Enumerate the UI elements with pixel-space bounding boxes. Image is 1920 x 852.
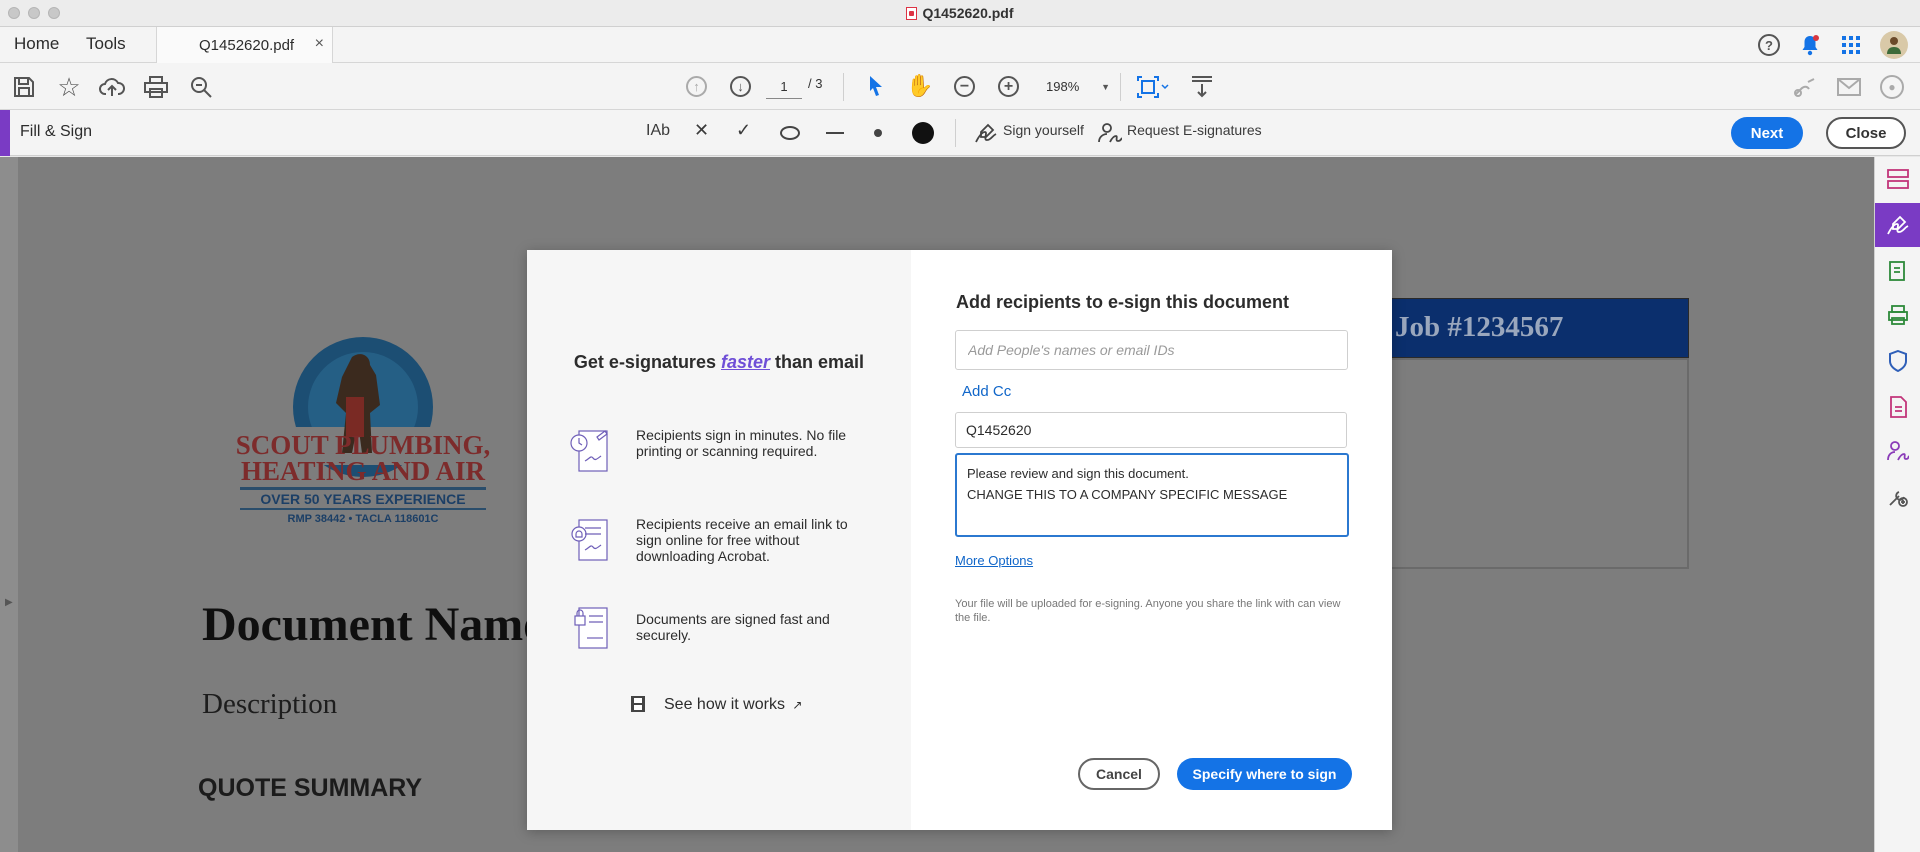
- fill-sign-tool[interactable]: [1875, 203, 1920, 247]
- help-icon[interactable]: ?: [1758, 34, 1780, 56]
- request-signature-tool[interactable]: [1875, 429, 1920, 473]
- tab-home[interactable]: Home: [14, 34, 59, 54]
- window-title-bar: Q1452620.pdf: [0, 0, 1920, 27]
- video-icon: [631, 696, 645, 712]
- page-fit-icon[interactable]: [1134, 74, 1170, 100]
- color-picker-icon[interactable]: [912, 122, 934, 144]
- create-pdf-tool[interactable]: [1875, 385, 1920, 429]
- scroll-mode-icon[interactable]: [1190, 74, 1214, 100]
- fill-sign-title: Fill & Sign: [20, 123, 93, 140]
- main-toolbar: ☆ ↑ ↓ 1 / 3 ✋ − + 198% ▼ ●: [0, 63, 1920, 110]
- request-signatures-icon: [1098, 122, 1122, 144]
- ellipse-tool-icon[interactable]: [780, 126, 800, 140]
- tab-document[interactable]: Q1452620.pdf ×: [156, 27, 333, 63]
- export-pdf-tool[interactable]: [1875, 249, 1920, 293]
- sign-yourself-icon: [974, 122, 998, 144]
- zoom-in-icon[interactable]: +: [998, 76, 1019, 97]
- next-button[interactable]: Next: [1731, 117, 1803, 149]
- sign-link-icon[interactable]: [1792, 75, 1818, 99]
- dot-tool-icon[interactable]: [874, 129, 882, 137]
- check-mark-icon[interactable]: ✓: [736, 120, 751, 141]
- sign-minutes-icon: [567, 427, 617, 477]
- svg-text:OVER 50 YEARS EXPERIENCE: OVER 50 YEARS EXPERIENCE: [260, 491, 465, 507]
- see-how-it-works-link[interactable]: See how it works ↗: [664, 696, 802, 714]
- cancel-button[interactable]: Cancel: [1078, 758, 1160, 790]
- next-page-icon[interactable]: ↓: [730, 76, 751, 97]
- zoom-out-icon[interactable]: −: [954, 76, 975, 97]
- notification-bell-icon[interactable]: [1798, 32, 1822, 58]
- zoom-search-icon[interactable]: [188, 75, 214, 99]
- job-number-header: Job #1234567: [1370, 298, 1689, 358]
- window-title: Q1452620.pdf: [0, 5, 1920, 21]
- hand-tool-icon[interactable]: ✋: [906, 73, 933, 98]
- more-options-link[interactable]: More Options: [955, 553, 1033, 568]
- toolbar-divider: [1120, 73, 1121, 101]
- page-total: / 3: [808, 76, 823, 91]
- user-avatar[interactable]: [1880, 31, 1908, 59]
- recipients-input[interactable]: [955, 330, 1348, 370]
- feature-text: Documents are signed fast and securely.: [636, 611, 830, 643]
- feature-text: Recipients sign in minutes. No file prin…: [636, 427, 847, 459]
- organize-pages-tool[interactable]: [1875, 157, 1920, 201]
- previous-page-icon[interactable]: ↑: [686, 76, 707, 97]
- request-esignatures-button[interactable]: Request E-signatures: [1127, 122, 1262, 138]
- svg-text:HEATING AND AIR: HEATING AND AIR: [241, 456, 486, 486]
- sign-yourself-button[interactable]: Sign yourself: [1003, 122, 1084, 138]
- fill-sign-toolbar: Fill & Sign IAb ✕ ✓ Sign yourself Reques…: [0, 110, 1920, 156]
- upload-cloud-icon[interactable]: [99, 75, 125, 99]
- document-heading: Document Name: [202, 598, 545, 651]
- specify-where-to-sign-button[interactable]: Specify where to sign: [1177, 758, 1352, 790]
- print-icon[interactable]: [143, 75, 169, 99]
- expand-panel-icon[interactable]: ▶: [5, 597, 13, 608]
- upload-note: Your file will be uploaded for e-signing…: [955, 598, 1341, 624]
- message-textarea[interactable]: Please review and sign this document. CH…: [955, 453, 1349, 537]
- toolbar-divider: [955, 119, 956, 147]
- more-tools-icon[interactable]: [1875, 475, 1920, 519]
- page-number-input[interactable]: 1: [766, 75, 802, 99]
- share-user-icon[interactable]: ●: [1880, 75, 1904, 99]
- tab-bar: Home Tools Q1452620.pdf × ?: [0, 27, 1920, 63]
- toolbar-divider: [843, 73, 844, 101]
- cross-mark-icon[interactable]: ✕: [694, 120, 709, 141]
- document-description: Description: [202, 688, 338, 720]
- job-number: Job #1234567: [1395, 311, 1564, 343]
- save-icon[interactable]: [12, 75, 36, 99]
- modal-title: Add recipients to e-sign this document: [956, 292, 1290, 312]
- modal-info-title: Get e-signatures faster than email: [573, 352, 865, 372]
- close-tool-button[interactable]: Close: [1826, 117, 1906, 149]
- feature-text: Recipients receive an email link to sign…: [636, 516, 848, 564]
- close-tab-icon[interactable]: ×: [315, 35, 324, 53]
- external-link-icon: ↗: [792, 698, 803, 712]
- star-icon[interactable]: ☆: [56, 72, 82, 102]
- subject-input[interactable]: [955, 412, 1347, 448]
- modal-info-pane: Get e-signatures faster than email Recip…: [527, 250, 911, 830]
- quote-summary-heading: QUOTE SUMMARY: [198, 774, 423, 802]
- select-cursor-icon[interactable]: [865, 74, 887, 98]
- esign-modal: Get e-signatures faster than email Recip…: [527, 250, 1392, 830]
- right-tools-panel: [1874, 157, 1920, 852]
- secure-document-icon: [567, 604, 617, 654]
- svg-text:RMP 38442 • TACLA 118601C: RMP 38442 • TACLA 118601C: [288, 513, 439, 525]
- document-tab-label: Q1452620.pdf: [199, 37, 295, 54]
- add-text-tool[interactable]: IAb: [646, 122, 670, 140]
- tab-tools[interactable]: Tools: [86, 34, 126, 54]
- print-production-tool[interactable]: [1875, 293, 1920, 337]
- pdf-file-icon: [906, 7, 918, 20]
- email-icon[interactable]: [1836, 75, 1862, 99]
- email-link-icon: [567, 516, 617, 566]
- tool-accent-bar: [0, 110, 10, 156]
- zoom-level-select[interactable]: 198% ▼: [1036, 75, 1116, 99]
- apps-grid-icon[interactable]: [1840, 34, 1862, 56]
- chevron-down-icon: ▼: [1101, 82, 1110, 92]
- left-panel-collapsed[interactable]: ▶: [0, 157, 18, 852]
- company-logo: SCOUT PLUMBING, HEATING AND AIR OVER 50 …: [222, 337, 504, 537]
- add-cc-link[interactable]: Add Cc: [962, 383, 1011, 400]
- protect-shield-tool[interactable]: [1875, 339, 1920, 383]
- job-details-box: [1370, 358, 1689, 569]
- faster-emphasis: faster: [720, 352, 771, 372]
- line-tool-icon[interactable]: [826, 132, 844, 134]
